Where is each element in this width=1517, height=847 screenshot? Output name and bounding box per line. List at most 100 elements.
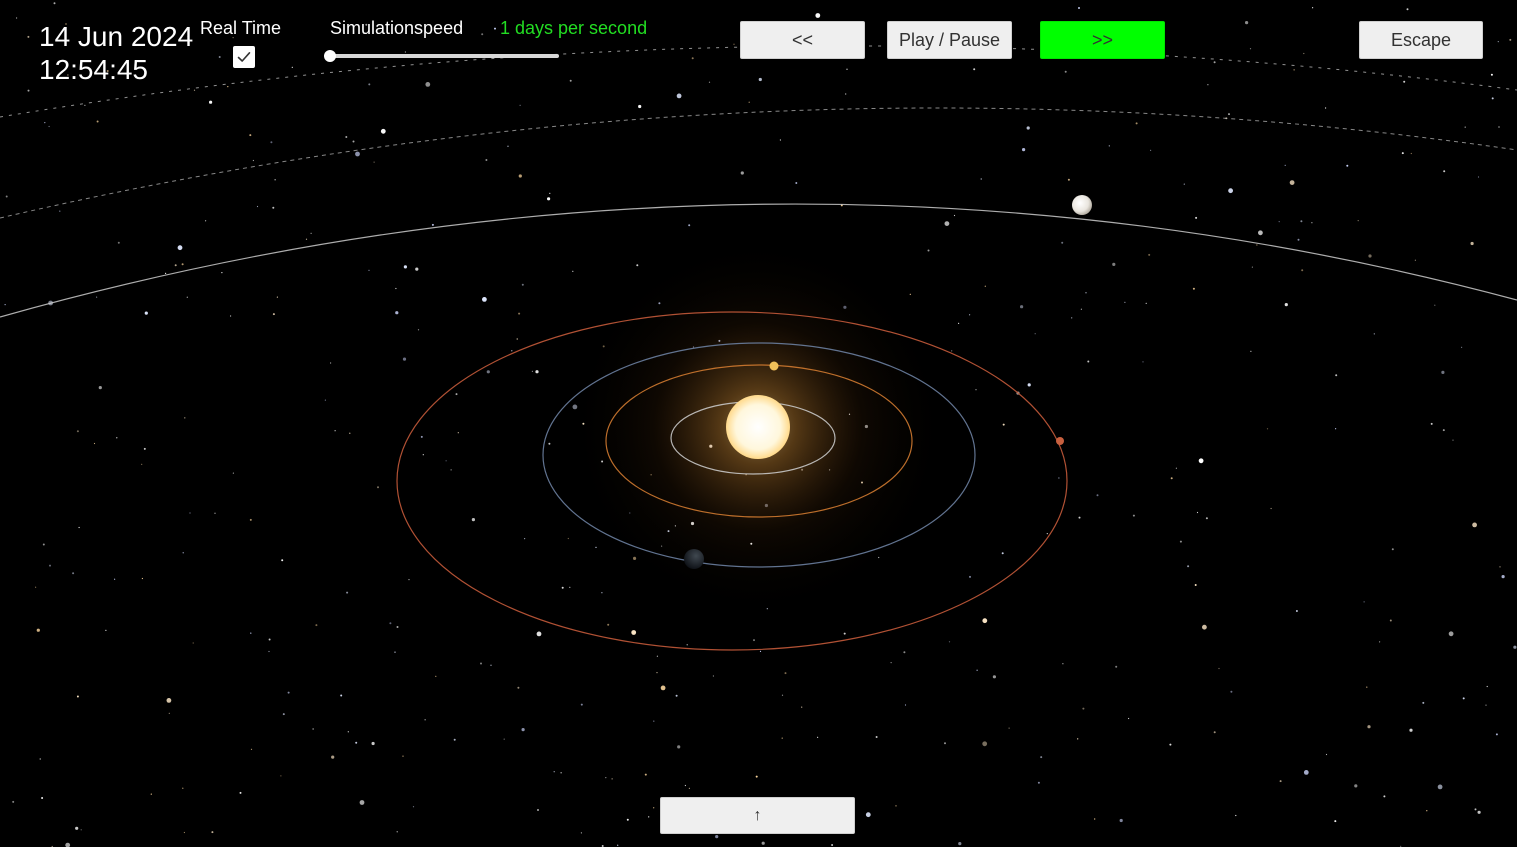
- star: [865, 812, 871, 818]
- star: [561, 586, 564, 589]
- star: [518, 312, 521, 315]
- star: [445, 460, 447, 462]
- star: [715, 835, 719, 839]
- star: [49, 564, 51, 567]
- star: [691, 57, 694, 60]
- star: [1452, 439, 1454, 441]
- star: [1115, 665, 1118, 668]
- star: [1498, 126, 1500, 128]
- star: [280, 775, 282, 777]
- star: [831, 844, 834, 846]
- star: [944, 221, 950, 227]
- star: [35, 586, 37, 588]
- star: [41, 797, 44, 799]
- star: [601, 592, 603, 594]
- star: [394, 651, 396, 653]
- star: [1082, 707, 1085, 710]
- star: [453, 738, 456, 741]
- star: [377, 486, 379, 489]
- camera-up-button[interactable]: ↑: [660, 797, 855, 834]
- star: [281, 559, 284, 562]
- star: [168, 712, 170, 715]
- star: [517, 686, 520, 689]
- escape-button[interactable]: Escape: [1359, 21, 1483, 59]
- rewind-button[interactable]: <<: [740, 21, 865, 59]
- planet-jupiter[interactable]: [1072, 195, 1092, 215]
- star: [712, 675, 715, 677]
- star: [781, 694, 784, 696]
- star: [250, 632, 252, 634]
- scene-canvas[interactable]: [0, 0, 1517, 847]
- star: [1443, 170, 1446, 173]
- sun[interactable]: [726, 395, 790, 459]
- star: [182, 552, 184, 554]
- star: [758, 77, 762, 82]
- star: [181, 263, 184, 266]
- star: [1128, 717, 1130, 720]
- star: [359, 800, 365, 805]
- star: [1284, 164, 1286, 166]
- simulationspeed-slider[interactable]: [324, 50, 559, 62]
- star: [166, 698, 172, 703]
- star: [177, 245, 183, 251]
- star: [1401, 152, 1404, 155]
- star: [1462, 697, 1465, 700]
- star: [249, 134, 252, 137]
- star: [1363, 601, 1365, 603]
- star: [98, 386, 102, 390]
- star: [1485, 704, 1487, 706]
- planet-venus[interactable]: [769, 361, 779, 371]
- star: [779, 139, 782, 141]
- star: [1112, 262, 1116, 266]
- star: [569, 79, 572, 82]
- star: [553, 771, 555, 773]
- star: [12, 800, 15, 803]
- star: [402, 755, 404, 757]
- star: [1495, 733, 1498, 736]
- star: [1194, 584, 1197, 586]
- star: [648, 816, 650, 818]
- star: [424, 719, 426, 721]
- star: [80, 829, 82, 831]
- star: [39, 758, 41, 760]
- fast-forward-button[interactable]: >>: [1040, 21, 1165, 59]
- star: [1491, 97, 1494, 100]
- planet-mars[interactable]: [1056, 437, 1064, 445]
- star: [748, 101, 750, 103]
- star: [1499, 566, 1501, 568]
- slider-track[interactable]: [330, 54, 559, 58]
- star: [355, 741, 358, 744]
- star: [59, 210, 61, 212]
- star: [875, 736, 878, 738]
- realtime-checkbox[interactable]: [233, 46, 255, 68]
- star: [781, 737, 783, 739]
- star: [1077, 738, 1079, 740]
- star: [784, 672, 787, 675]
- star: [268, 650, 270, 653]
- solar-system-viewport[interactable]: 14 Jun 2024 12:54:45 Real Time Simulatio…: [0, 0, 1517, 847]
- play-pause-button[interactable]: Play / Pause: [887, 21, 1012, 59]
- star: [1301, 269, 1304, 272]
- star: [1430, 422, 1433, 425]
- star: [211, 831, 214, 834]
- star: [230, 315, 232, 317]
- star: [76, 430, 79, 433]
- star: [1391, 548, 1394, 551]
- star: [1434, 304, 1436, 306]
- slider-handle[interactable]: [324, 50, 336, 62]
- star: [1062, 663, 1064, 665]
- star: [537, 809, 539, 811]
- star: [227, 86, 229, 88]
- star: [431, 223, 434, 226]
- planet-earth[interactable]: [684, 549, 704, 569]
- star: [1335, 428, 1337, 430]
- star: [165, 272, 167, 274]
- star: [688, 224, 691, 227]
- star: [969, 314, 971, 316]
- star: [795, 182, 798, 184]
- star: [1367, 725, 1371, 729]
- star: [1087, 360, 1090, 363]
- star: [1513, 645, 1517, 649]
- star: [1311, 222, 1313, 224]
- star: [1497, 41, 1499, 43]
